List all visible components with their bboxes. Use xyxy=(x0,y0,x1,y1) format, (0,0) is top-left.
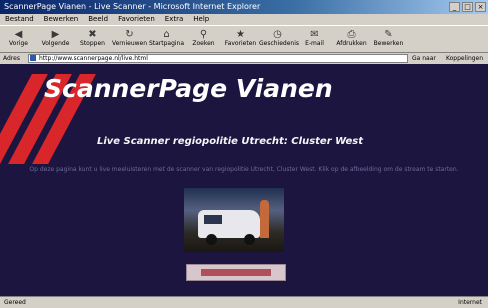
refresh-button[interactable]: ↻ Vernieuwen xyxy=(111,26,148,52)
window-controls: _ □ × xyxy=(449,2,486,12)
forward-button[interactable]: ▶ Volgende xyxy=(37,26,74,52)
menu-item-help[interactable]: Help xyxy=(188,14,214,25)
wheel-shape xyxy=(206,234,217,245)
mail-icon: ✉ xyxy=(310,29,319,40)
zone-text: Internet xyxy=(458,299,482,306)
status-text: Gereed xyxy=(4,299,26,306)
menu-item-beeld[interactable]: Beeld xyxy=(83,14,113,25)
intro-text: Op deze pagina kunt u live meeluisteren … xyxy=(29,166,459,173)
print-icon: ⎙ xyxy=(347,29,356,40)
menu-item-bestand[interactable]: Bestand xyxy=(0,14,39,25)
counter-digits xyxy=(201,269,271,276)
stop-button[interactable]: ✖ Stoppen xyxy=(74,26,111,52)
print-button[interactable]: ⎙ Afdrukken xyxy=(333,26,370,52)
menu-item-extra[interactable]: Extra xyxy=(160,14,188,25)
address-label: Adres xyxy=(3,55,20,62)
maximize-button[interactable]: □ xyxy=(462,2,473,12)
back-icon: ◀ xyxy=(14,29,23,40)
go-button[interactable]: Ga naar xyxy=(412,53,436,64)
search-icon: ⚲ xyxy=(199,29,208,40)
edit-button[interactable]: ✎ Bewerken xyxy=(370,26,407,52)
menu-bar: Bestand Bewerken Beeld Favorieten Extra … xyxy=(0,14,488,25)
window-title-bar: ScannerPage Vianen - Live Scanner - Micr… xyxy=(0,0,488,14)
page-icon xyxy=(30,55,36,61)
home-icon: ⌂ xyxy=(163,29,170,40)
site-title: ScannerPage Vianen xyxy=(44,74,333,103)
search-button[interactable]: ⚲ Zoeken xyxy=(185,26,222,52)
history-icon: ◷ xyxy=(273,29,282,40)
links-button[interactable]: Koppelingen xyxy=(446,53,483,64)
status-bar: Gereed Internet xyxy=(0,296,488,308)
scanner-photo[interactable] xyxy=(184,188,284,252)
edit-icon: ✎ xyxy=(384,29,393,40)
favorites-button[interactable]: ★ Favorieten xyxy=(222,26,259,52)
address-bar: Adres http://www.scannerpage.nl/live.htm… xyxy=(0,53,488,64)
browser-toolbar: ◀ Vorige ▶ Volgende ✖ Stoppen ↻ Vernieuwen ⌂… xyxy=(0,25,488,53)
web-page: ScannerPage Vianen Live Scanner regiopol… xyxy=(0,64,488,296)
close-button[interactable]: × xyxy=(475,2,486,12)
address-input[interactable]: http://www.scannerpage.nl/live.html xyxy=(28,54,408,63)
window-title: ScannerPage Vianen - Live Scanner - Micr… xyxy=(4,2,261,11)
back-button[interactable]: ◀ Vorige xyxy=(0,26,37,52)
wheel-shape xyxy=(244,234,255,245)
forward-icon: ▶ xyxy=(51,29,60,40)
refresh-icon: ↻ xyxy=(125,29,134,40)
page-subtitle: Live Scanner regiopolitie Utrecht: Clust… xyxy=(96,136,364,147)
history-button[interactable]: ◷ Geschiedenis xyxy=(259,26,299,52)
home-button[interactable]: ⌂ Startpagina xyxy=(148,26,185,52)
visitor-counter xyxy=(186,264,286,281)
minimize-button[interactable]: _ xyxy=(449,2,460,12)
favorites-icon: ★ xyxy=(236,29,245,40)
stop-icon: ✖ xyxy=(88,29,97,40)
menu-item-favorieten[interactable]: Favorieten xyxy=(113,14,160,25)
mail-button[interactable]: ✉ E-mail xyxy=(296,26,333,52)
menu-item-bewerken[interactable]: Bewerken xyxy=(39,14,84,25)
person-shape xyxy=(260,200,269,238)
